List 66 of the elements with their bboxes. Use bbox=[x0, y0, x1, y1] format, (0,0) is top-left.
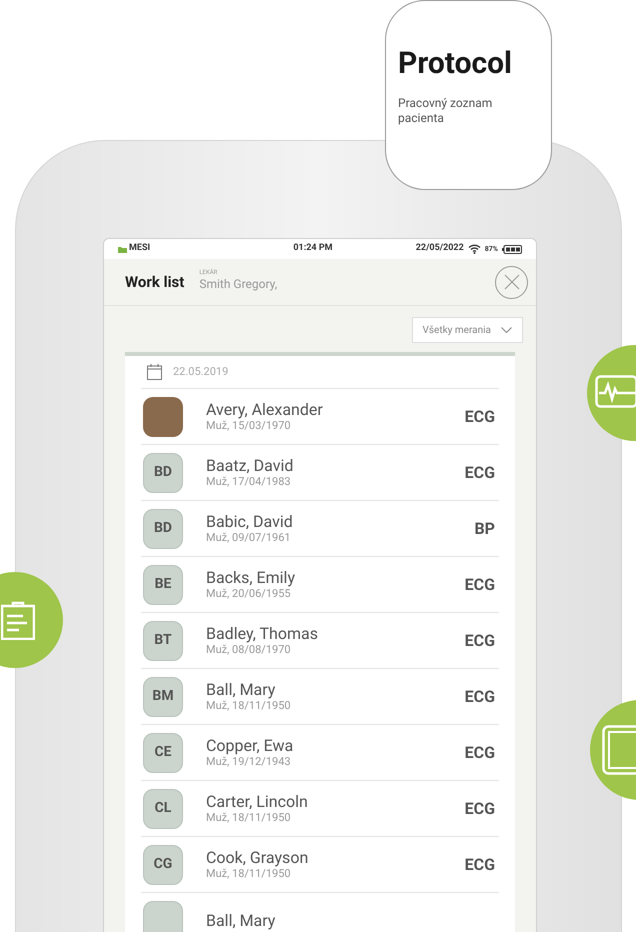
patient-name: Avery, Alexander bbox=[206, 400, 324, 419]
patient-details: Muž, 08/08/1970 bbox=[206, 643, 292, 657]
patient-row[interactable]: BM Ball, Mary Muž, 18/11/1950 ECG bbox=[141, 669, 499, 725]
patient-row[interactable]: CE Copper, Ewa Muž, 19/12/1943 ECG bbox=[141, 725, 499, 781]
measurement-type: ECG bbox=[464, 462, 495, 484]
patient-details: Muž, 18/11/1950 bbox=[206, 699, 292, 713]
initials-avatar: CE bbox=[143, 732, 183, 772]
patient-name: Cook, Grayson bbox=[206, 848, 310, 867]
filter-dropdown[interactable]: Všetky merania bbox=[412, 317, 523, 343]
monitor-icon bbox=[595, 375, 636, 411]
measurement-type: ECG bbox=[464, 630, 495, 652]
initials-avatar: BM bbox=[143, 676, 183, 716]
patient-name: Babic, David bbox=[206, 512, 294, 531]
patient-name: Copper, Ewa bbox=[206, 736, 294, 755]
initials-avatar: BD bbox=[143, 452, 183, 492]
page-title: Work list bbox=[125, 272, 184, 293]
patient-row[interactable]: BT Badley, Thomas Muž, 08/08/1970 ECG bbox=[141, 613, 499, 669]
list-date: 22.05.2019 bbox=[173, 364, 228, 380]
patient-row[interactable]: BD Baatz, David Muž, 17/04/1983 ECG bbox=[141, 445, 499, 501]
patient-details: Muž, 15/03/1970 bbox=[206, 419, 292, 433]
measurement-type: ECG bbox=[464, 854, 495, 876]
patient-details: Muž, 17/04/1983 bbox=[206, 475, 292, 489]
clipboard-icon bbox=[1, 600, 35, 640]
doctor-name: Smith Gregory, bbox=[199, 276, 278, 292]
initials-avatar: BT bbox=[143, 620, 183, 660]
patient-name: Ball, Mary bbox=[206, 911, 276, 930]
patient-name: Backs, Emily bbox=[206, 568, 296, 587]
initials-avatar: BD bbox=[143, 508, 183, 548]
calendar-icon bbox=[147, 364, 162, 380]
clock: 01:24 PM bbox=[293, 242, 332, 256]
patient-name: Ball, Mary bbox=[206, 680, 276, 699]
patient-row[interactable]: BE Backs, Emily Muž, 20/06/1955 ECG bbox=[141, 557, 499, 613]
callout-title: Protocol bbox=[398, 47, 513, 81]
patient-name: Baatz, David bbox=[206, 456, 294, 475]
patient-details: Muž, 18/11/1950 bbox=[206, 811, 292, 825]
callout-subtitle: Pracovný zoznam pacienta bbox=[398, 96, 494, 126]
measurement-type: BP bbox=[474, 518, 495, 540]
patient-name: Badley, Thomas bbox=[206, 624, 319, 643]
chevron-down-icon bbox=[501, 327, 512, 333]
patient-details: Muž, 09/07/1961 bbox=[206, 531, 292, 545]
tablet-icon bbox=[602, 725, 636, 775]
initials-avatar: CG bbox=[143, 844, 183, 884]
measurement-type: ECG bbox=[464, 742, 495, 764]
initials-avatar: CL bbox=[143, 788, 183, 828]
patient-details: Muž, 18/11/1950 bbox=[206, 867, 292, 881]
patient-row[interactable]: Avery, Alexander Muž, 15/03/1970 ECG bbox=[141, 389, 499, 445]
photo-placeholder bbox=[143, 396, 183, 436]
patient-row[interactable]: CG Cook, Grayson Muž, 18/11/1950 ECG bbox=[141, 837, 499, 893]
battery-icon bbox=[502, 244, 522, 254]
patient-details: Muž, 19/12/1943 bbox=[206, 755, 292, 769]
close-icon bbox=[504, 274, 520, 290]
measurement-type: ECG bbox=[464, 406, 495, 428]
folder-icon bbox=[118, 246, 127, 252]
patient-row[interactable]: BD Babic, David Muž, 09/07/1961 BP bbox=[141, 501, 499, 557]
measurement-type: ECG bbox=[464, 798, 495, 820]
initials-avatar: BE bbox=[143, 564, 183, 604]
patient-row[interactable]: CL Carter, Lincoln Muž, 18/11/1950 ECG bbox=[141, 781, 499, 837]
status-date: 22/05/2022 bbox=[416, 242, 464, 256]
close-button[interactable] bbox=[495, 266, 528, 298]
measurement-type: ECG bbox=[464, 686, 495, 708]
patient-details: Muž, 20/06/1955 bbox=[206, 587, 292, 601]
measurement-type: ECG bbox=[464, 574, 495, 596]
carrier-label: MESI bbox=[129, 242, 150, 256]
patient-row[interactable]: Ball, Mary bbox=[141, 893, 499, 932]
patient-name: Carter, Lincoln bbox=[206, 792, 309, 811]
wifi-icon bbox=[468, 244, 481, 254]
